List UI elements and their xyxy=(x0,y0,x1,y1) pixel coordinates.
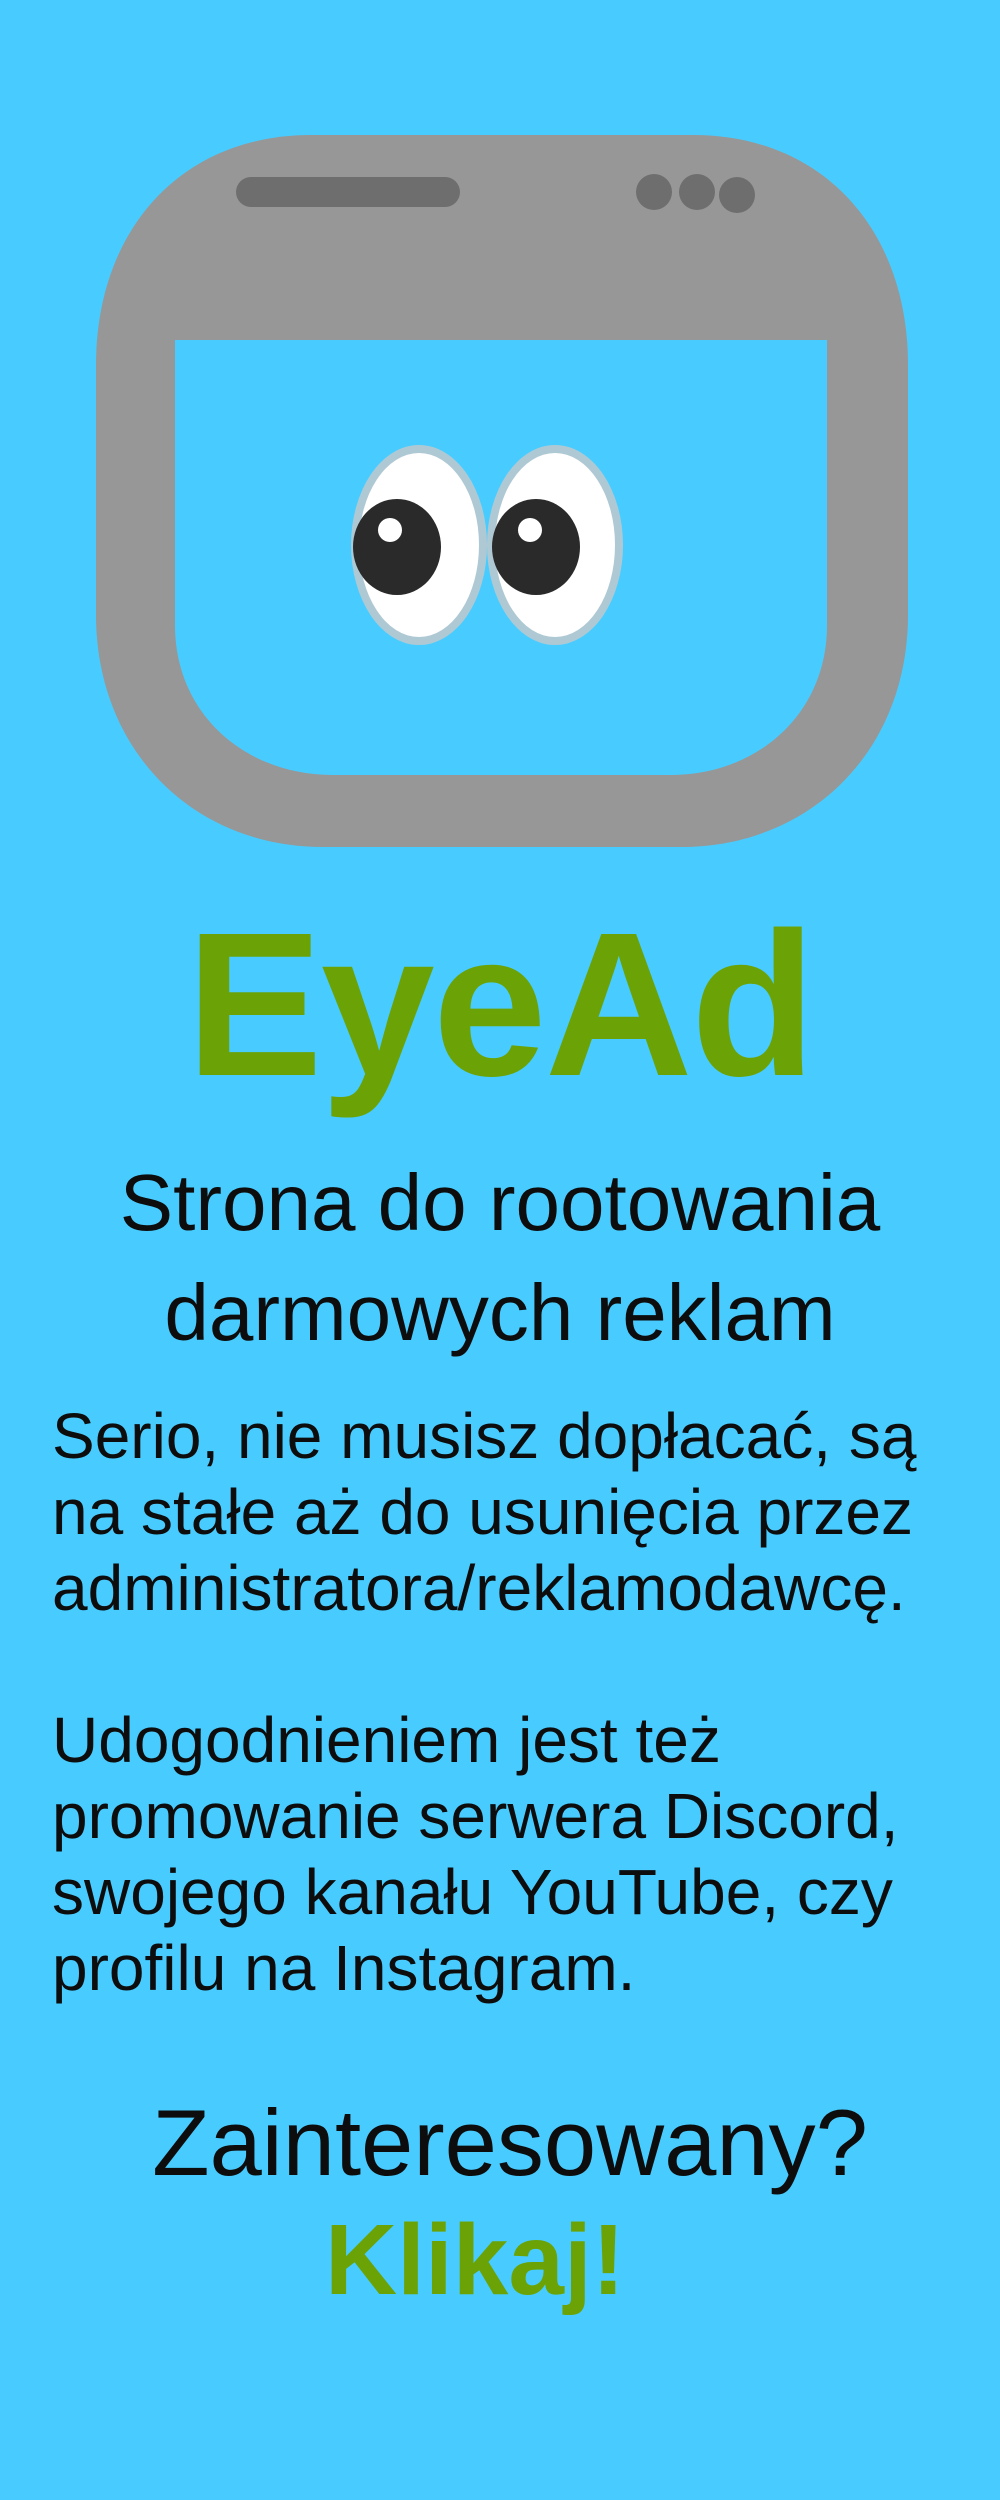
address-bar xyxy=(236,177,460,207)
menu-dot xyxy=(719,177,755,213)
tagline-line: Strona do rootowania xyxy=(119,1158,881,1247)
menu-dot xyxy=(679,174,715,210)
cta-click-link[interactable]: Klikaj! xyxy=(0,2200,1000,2320)
ad-banner[interactable]: EyeAd Strona do rootowania darmowych rek… xyxy=(0,0,1000,2500)
paragraph-line: promowanie serwera Discord, xyxy=(52,1780,899,1852)
paragraph-line: profilu na Instagram. xyxy=(52,1932,636,2004)
description-paragraph: Serio, nie musisz dopłacać, są na stałe … xyxy=(52,1398,972,1626)
paragraph-line: administratora/reklamodawcę. xyxy=(52,1552,906,1624)
features-paragraph: Udogodnieniem jest też promowanie serwer… xyxy=(52,1702,972,2006)
paragraph-line: Serio, nie musisz dopłacać, są xyxy=(52,1400,917,1472)
brand-title: EyeAd xyxy=(185,890,816,1119)
paragraph-line: swojego kanału YouTube, czy xyxy=(52,1856,893,1928)
paragraph-line: Udogodnieniem jest też xyxy=(52,1704,721,1776)
right-eye-icon xyxy=(487,445,623,645)
tagline: Strona do rootowania darmowych reklam xyxy=(0,1148,1000,1368)
left-eye-icon xyxy=(351,445,487,645)
tagline-line: darmowych reklam xyxy=(164,1268,836,1357)
menu-dot xyxy=(636,174,672,210)
paragraph-line: na stałe aż do usunięcia przez xyxy=(52,1476,913,1548)
browser-window-with-eyes-icon xyxy=(96,135,908,847)
cta-question: Zainteresowany? xyxy=(152,2090,868,2195)
